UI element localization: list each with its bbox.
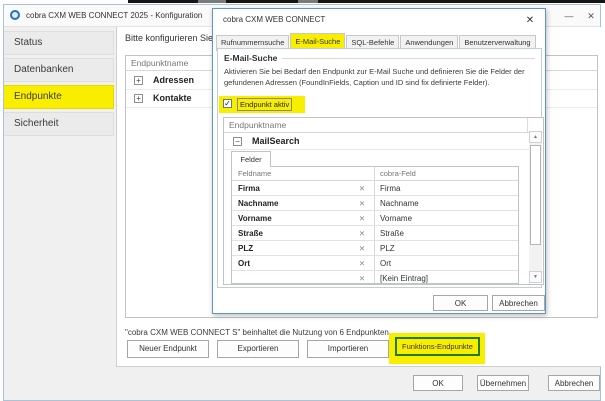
cobra-field-value[interactable]: Vorname: [380, 211, 412, 226]
sidebar-item-datenbanken[interactable]: Datenbanken: [4, 58, 114, 82]
dialog-ok-button[interactable]: OK: [433, 295, 488, 311]
endpoint-active-checkbox[interactable]: ✓: [223, 99, 232, 108]
scroll-down-icon[interactable]: ▼: [529, 271, 542, 283]
field-name: Vorname: [238, 214, 272, 223]
cancel-button[interactable]: Abbrechen: [548, 375, 600, 391]
group-row-label: MailSearch: [252, 136, 300, 146]
email-search-tab-panel: E-Mail-Suche Aktivieren Sie bei Bedarf d…: [217, 48, 544, 288]
cobra-field-value[interactable]: [Kein Eintrag]: [380, 271, 428, 283]
field-row-partial[interactable]: ✕ [Kein Eintrag]: [232, 271, 518, 283]
field-name: PLZ: [238, 244, 254, 253]
sidebar-item-status[interactable]: Status: [4, 31, 114, 55]
dialog-title: cobra CXM WEB CONNECT: [223, 15, 326, 24]
sidebar-item-sicherheit[interactable]: Sicherheit: [4, 112, 114, 136]
dialog-table-header: Endpunktname: [224, 118, 543, 133]
screenshot-canvas: cobra CXM WEB CONNECT 2025 - Konfigurati…: [0, 0, 605, 401]
field-name: Firma: [238, 184, 260, 193]
ok-button[interactable]: OK: [413, 375, 463, 391]
cobra-field-value[interactable]: Nachname: [380, 196, 419, 211]
mailsearch-endpoint-table: Endpunktname − MailSearch Felder Feldnam…: [223, 117, 544, 285]
expand-icon[interactable]: +: [134, 94, 143, 103]
scrollbar[interactable]: ▲ ▼: [529, 131, 542, 283]
fields-grid: Feldname cobra-Feld Firma ✕ Firma Nachna…: [231, 166, 519, 284]
endpoint-row-label: Adressen: [153, 75, 195, 85]
export-button[interactable]: Exportieren: [217, 340, 299, 358]
endpoint-row-label: Kontakte: [153, 93, 192, 103]
remove-icon[interactable]: ✕: [356, 256, 368, 271]
email-search-dialog: cobra CXM WEB CONNECT ✕ Rufnummernsuche E…: [212, 8, 546, 314]
field-row[interactable]: Nachname ✕ Nachname: [232, 196, 518, 211]
mailsearch-group-row[interactable]: − MailSearch: [224, 133, 529, 150]
scrollbar-thumb[interactable]: [530, 145, 541, 245]
remove-icon[interactable]: ✕: [356, 226, 368, 241]
background-fragment-detail: [298, 0, 318, 3]
dialog-cancel-button[interactable]: Abbrechen: [492, 295, 545, 311]
minimize-icon[interactable]: —: [561, 9, 577, 23]
remove-icon[interactable]: ✕: [356, 196, 368, 211]
column-header-feldname: Feldname: [238, 169, 272, 178]
background-window-fragment: [128, 0, 605, 3]
field-row[interactable]: Straße ✕ Straße: [232, 226, 518, 241]
field-row[interactable]: Firma ✕ Firma: [232, 181, 518, 196]
function-endpoints-button[interactable]: Funktions-Endpunkte: [395, 337, 480, 356]
expand-icon[interactable]: +: [134, 76, 143, 85]
close-icon[interactable]: ✕: [523, 14, 537, 28]
field-name: Ort: [238, 259, 250, 268]
collapse-icon[interactable]: −: [233, 137, 242, 146]
main-window-title: cobra CXM WEB CONNECT 2025 - Konfigurati…: [26, 11, 203, 20]
tab-felder[interactable]: Felder: [231, 151, 271, 167]
apply-button[interactable]: Übernehmen: [477, 375, 529, 391]
remove-icon[interactable]: ✕: [356, 181, 368, 196]
background-fragment-detail: [198, 0, 226, 3]
cobra-field-value[interactable]: Ort: [380, 256, 391, 271]
import-button[interactable]: Importieren: [307, 340, 389, 358]
fields-grid-header: Feldname cobra-Feld: [232, 167, 518, 181]
field-name: Nachname: [238, 199, 279, 208]
cobra-field-value[interactable]: Firma: [380, 181, 400, 196]
header-divider: [527, 118, 528, 133]
remove-icon[interactable]: ✕: [356, 241, 368, 256]
scroll-up-icon[interactable]: ▲: [529, 131, 542, 143]
app-icon: [10, 10, 20, 20]
remove-icon[interactable]: ✕: [356, 211, 368, 226]
close-icon[interactable]: ✕: [583, 9, 599, 23]
field-row[interactable]: Ort ✕ Ort: [232, 256, 518, 271]
column-header-cobra-feld: cobra-Feld: [380, 169, 416, 178]
cobra-field-value[interactable]: Straße: [380, 226, 404, 241]
remove-icon[interactable]: ✕: [356, 271, 368, 283]
section-divider: [282, 58, 535, 59]
description-line2: gefundenen Adressen (FoundInFields, Capt…: [224, 78, 490, 87]
field-row[interactable]: PLZ ✕ PLZ: [232, 241, 518, 256]
cobra-field-value[interactable]: PLZ: [380, 241, 395, 256]
field-row[interactable]: Vorname ✕ Vorname: [232, 211, 518, 226]
endpoint-active-label[interactable]: Endpunkt aktiv: [237, 98, 293, 111]
license-note: "cobra CXM WEB CONNECT S" beinhaltet die…: [125, 328, 392, 337]
field-name: Straße: [238, 229, 263, 238]
sidebar-item-endpunkte[interactable]: Endpunkte: [4, 85, 114, 109]
new-endpoint-button[interactable]: Neuer Endpunkt: [127, 340, 209, 358]
description-line1: Aktivieren Sie bei Bedarf den Endpunkt z…: [224, 67, 525, 76]
section-title: E-Mail-Suche: [224, 53, 278, 63]
